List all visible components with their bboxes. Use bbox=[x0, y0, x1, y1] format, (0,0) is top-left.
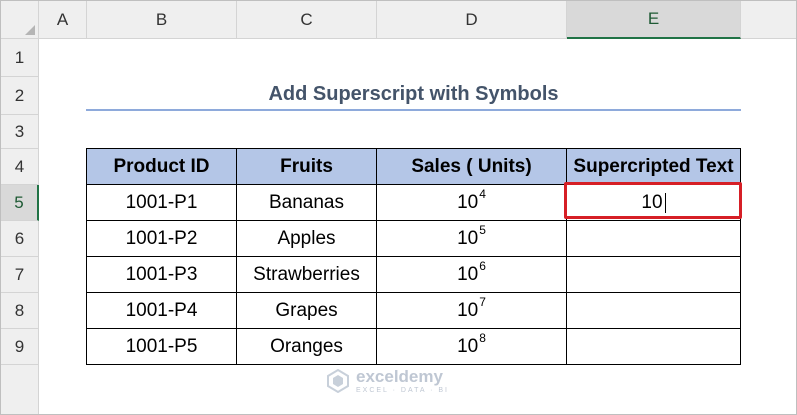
row-header-2[interactable]: 2 bbox=[1, 77, 39, 115]
cell-fruit[interactable]: Bananas bbox=[237, 185, 377, 221]
row-header-10[interactable] bbox=[1, 365, 39, 414]
row-header-6[interactable]: 6 bbox=[1, 221, 39, 257]
sales-exponent: 5 bbox=[479, 222, 486, 237]
cell-sales[interactable]: 10 4 bbox=[377, 185, 567, 221]
column-header-a[interactable]: A bbox=[39, 1, 87, 39]
cell-product-id[interactable]: 1001-P4 bbox=[87, 293, 237, 329]
active-cell-highlight bbox=[564, 182, 742, 219]
sales-base: 10 bbox=[457, 263, 479, 285]
header-fruits[interactable]: Fruits bbox=[237, 149, 377, 185]
select-all-triangle-icon bbox=[25, 25, 35, 35]
cell-sales[interactable]: 10 7 bbox=[377, 293, 567, 329]
sales-exponent: 4 bbox=[479, 186, 486, 201]
column-header-b[interactable]: B bbox=[87, 1, 237, 39]
watermark-text: exceldemy EXCEL · DATA · BI bbox=[356, 368, 449, 394]
column-header-d[interactable]: D bbox=[377, 1, 567, 39]
cell-fruit[interactable]: Apples bbox=[237, 221, 377, 257]
cell-fruit[interactable]: Strawberries bbox=[237, 257, 377, 293]
exceldemy-logo-icon bbox=[327, 369, 349, 393]
spreadsheet-grid: A B C D E 1 2 3 4 5 6 7 8 9 Add Superscr… bbox=[0, 0, 797, 415]
select-all-corner[interactable] bbox=[1, 1, 39, 39]
sheet-title[interactable]: Add Superscript with Symbols bbox=[86, 79, 741, 109]
watermark-name: exceldemy bbox=[356, 367, 443, 386]
sales-base: 10 bbox=[457, 191, 479, 213]
header-sales-units[interactable]: Sales ( Units) bbox=[377, 149, 567, 185]
sales-base: 10 bbox=[457, 335, 479, 357]
cell-sales[interactable]: 10 5 bbox=[377, 221, 567, 257]
row-header-3[interactable]: 3 bbox=[1, 115, 39, 149]
cell-superscripted-text[interactable] bbox=[567, 221, 741, 257]
sales-exponent: 7 bbox=[479, 294, 486, 309]
watermark-tagline: EXCEL · DATA · BI bbox=[356, 387, 449, 394]
cell-superscripted-text[interactable] bbox=[567, 329, 741, 365]
exceldemy-watermark: exceldemy EXCEL · DATA · BI bbox=[326, 368, 449, 394]
cell-product-id[interactable]: 1001-P3 bbox=[87, 257, 237, 293]
column-header-f[interactable] bbox=[741, 1, 796, 39]
row-header-8[interactable]: 8 bbox=[1, 293, 39, 329]
sales-base: 10 bbox=[457, 227, 479, 249]
cell-fruit[interactable]: Grapes bbox=[237, 293, 377, 329]
cell-product-id[interactable]: 1001-P1 bbox=[87, 185, 237, 221]
header-superscripted-text[interactable]: Supercripted Text bbox=[567, 149, 741, 185]
column-header-c[interactable]: C bbox=[237, 1, 377, 39]
cell-product-id[interactable]: 1001-P5 bbox=[87, 329, 237, 365]
cell-product-id[interactable]: 1001-P2 bbox=[87, 221, 237, 257]
cell-superscripted-text[interactable] bbox=[567, 293, 741, 329]
row-header-5[interactable]: 5 bbox=[1, 185, 39, 221]
row-header-9[interactable]: 9 bbox=[1, 329, 39, 365]
column-header-e[interactable]: E bbox=[567, 1, 741, 39]
header-product-id[interactable]: Product ID bbox=[87, 149, 237, 185]
cell-superscripted-text[interactable] bbox=[567, 257, 741, 293]
row-header-7[interactable]: 7 bbox=[1, 257, 39, 293]
sales-exponent: 8 bbox=[479, 330, 486, 345]
cell-fruit[interactable]: Oranges bbox=[237, 329, 377, 365]
title-underline bbox=[86, 109, 741, 111]
cell-sales[interactable]: 10 8 bbox=[377, 329, 567, 365]
row-header-1[interactable]: 1 bbox=[1, 39, 39, 77]
sales-base: 10 bbox=[457, 299, 479, 321]
cell-sales[interactable]: 10 6 bbox=[377, 257, 567, 293]
row-header-4[interactable]: 4 bbox=[1, 149, 39, 185]
sales-exponent: 6 bbox=[479, 258, 486, 273]
